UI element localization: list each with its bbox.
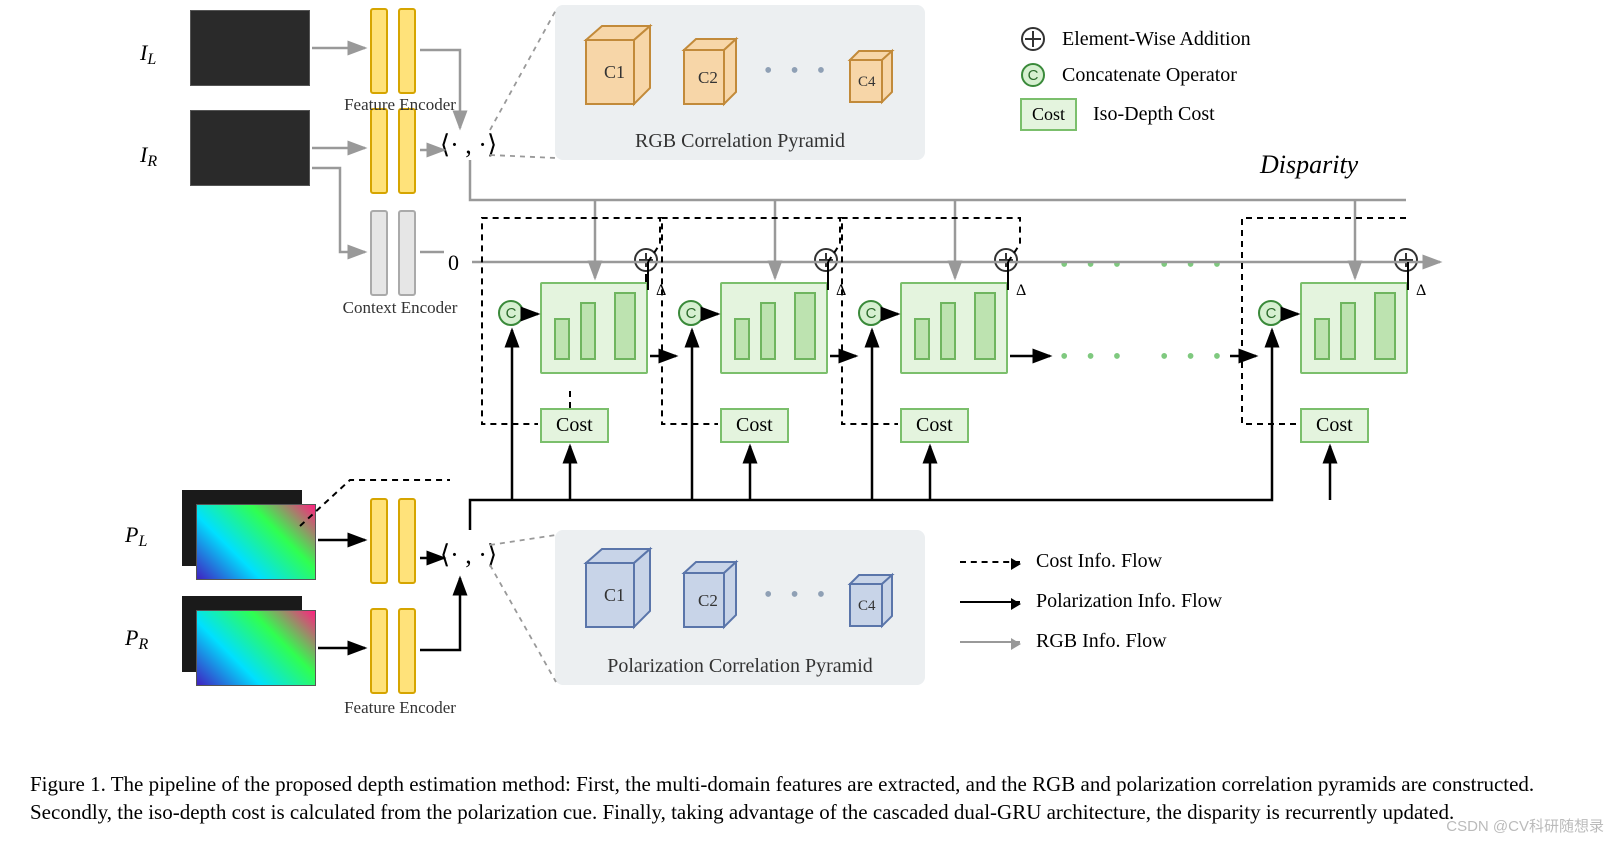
gru-block-1 bbox=[540, 282, 648, 374]
svg-text:C1: C1 bbox=[604, 62, 625, 82]
input-PR: PR bbox=[125, 625, 148, 651]
legend-flow-pol: Polarization Info. Flow bbox=[960, 590, 1222, 613]
legend-flow-rgb: RGB Info. Flow bbox=[960, 630, 1167, 653]
delta-n: Δ bbox=[1416, 282, 1426, 300]
svg-text:C2: C2 bbox=[698, 68, 718, 87]
feature-encoder-PR bbox=[370, 608, 422, 694]
context-encoder-label: Context Encoder bbox=[330, 298, 470, 318]
ellipsis-mid-2: • • • bbox=[1160, 344, 1227, 371]
cost-box-3: Cost bbox=[900, 408, 969, 443]
feature-encoder-IL bbox=[370, 8, 422, 94]
legend-cost: Cost Iso-Depth Cost bbox=[1020, 98, 1215, 131]
rgb-pyramid-label: RGB Correlation Pyramid bbox=[555, 130, 925, 153]
input-PL: PL bbox=[125, 522, 147, 548]
svg-text:C2: C2 bbox=[698, 591, 718, 610]
plus-op-2 bbox=[814, 248, 838, 272]
concat-icon: C bbox=[1021, 63, 1045, 87]
image-PR bbox=[196, 610, 316, 686]
feature-encoder-IR bbox=[370, 108, 422, 194]
inner-product-rgb: ⟨· , ·⟩ bbox=[440, 130, 497, 160]
legend-concat: C Concatenate Operator bbox=[1020, 62, 1237, 88]
inner-product-pol: ⟨· , ·⟩ bbox=[440, 540, 497, 570]
delta-3: Δ bbox=[1016, 282, 1026, 300]
pol-cube-c1: C1 bbox=[572, 545, 662, 635]
feature-encoder-label-2: Feature Encoder bbox=[330, 698, 470, 718]
rgb-cube-c1: C1 bbox=[572, 22, 662, 112]
image-PL bbox=[196, 504, 316, 580]
cost-box-n: Cost bbox=[1300, 408, 1369, 443]
svg-text:C4: C4 bbox=[858, 74, 876, 90]
legend-add: Element-Wise Addition bbox=[1020, 26, 1251, 52]
ellipsis-top: • • • bbox=[1060, 252, 1127, 279]
cost-icon: Cost bbox=[1020, 98, 1077, 131]
gru-block-n bbox=[1300, 282, 1408, 374]
feature-encoder-PL bbox=[370, 498, 422, 584]
ellipsis-mid: • • • bbox=[1060, 344, 1127, 371]
concat-op-1: C bbox=[498, 300, 524, 326]
figure-caption: Figure 1. The pipeline of the proposed d… bbox=[30, 770, 1590, 827]
gru-block-3 bbox=[900, 282, 1008, 374]
delta-1: Δ bbox=[656, 282, 666, 300]
plus-op-3 bbox=[994, 248, 1018, 272]
concat-op-3: C bbox=[858, 300, 884, 326]
pol-cube-c2: C2 bbox=[672, 559, 748, 635]
delta-2: Δ bbox=[836, 282, 846, 300]
plus-op-n bbox=[1394, 248, 1418, 272]
svg-text:C4: C4 bbox=[858, 598, 876, 614]
pol-pyramid-label: Polarization Correlation Pyramid bbox=[555, 655, 925, 678]
ellipsis-top-2: • • • bbox=[1160, 252, 1227, 279]
image-IR bbox=[190, 110, 310, 186]
feature-encoder-label-1: Feature Encoder bbox=[330, 95, 470, 115]
pol-dots: • • • bbox=[764, 582, 831, 609]
concat-op-n: C bbox=[1258, 300, 1284, 326]
plus-icon bbox=[1021, 27, 1045, 51]
input-IL: IL bbox=[140, 40, 156, 66]
input-IR: IR bbox=[140, 142, 157, 168]
svg-text:C1: C1 bbox=[604, 585, 625, 605]
cost-box-2: Cost bbox=[720, 408, 789, 443]
rgb-cube-c4: C4 bbox=[840, 48, 902, 110]
disparity-label: Disparity bbox=[1260, 150, 1358, 180]
pol-cube-c4: C4 bbox=[840, 572, 902, 634]
image-IL bbox=[190, 10, 310, 86]
rgb-cube-c2: C2 bbox=[672, 36, 748, 112]
plus-op-1 bbox=[634, 248, 658, 272]
context-encoder bbox=[370, 210, 422, 296]
watermark: CSDN @CV科研随想录 bbox=[1446, 815, 1604, 836]
rgb-dots: • • • bbox=[764, 58, 831, 85]
gru-block-2 bbox=[720, 282, 828, 374]
cost-box-1: Cost bbox=[540, 408, 609, 443]
zero-label: 0 bbox=[448, 250, 459, 276]
concat-op-2: C bbox=[678, 300, 704, 326]
legend-flow-cost: Cost Info. Flow bbox=[960, 550, 1162, 573]
